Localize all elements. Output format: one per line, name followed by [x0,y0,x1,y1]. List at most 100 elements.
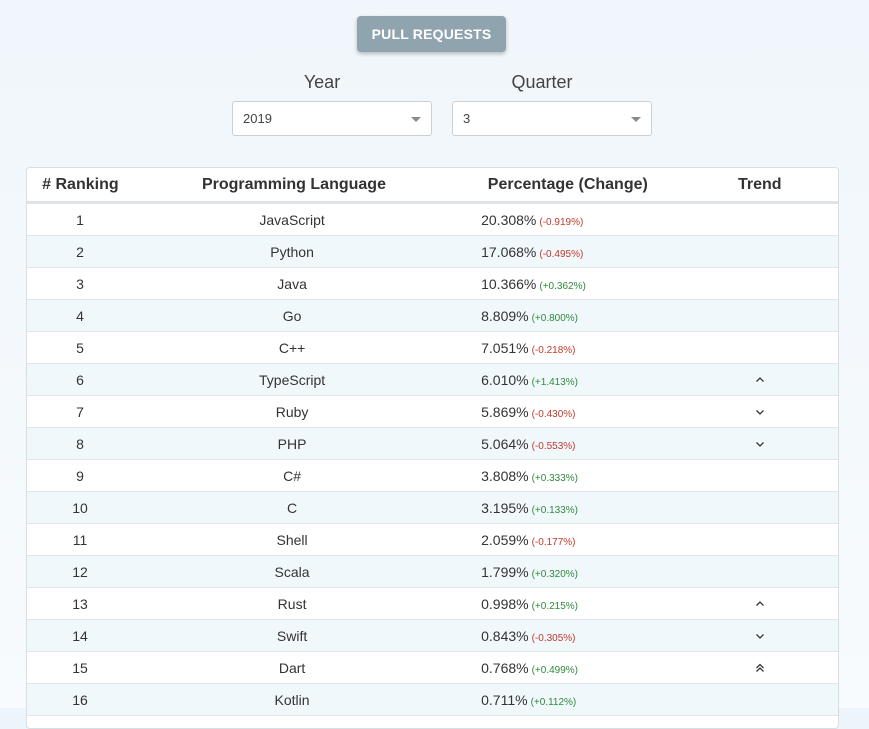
percentage-cell: 5.869% (-0.430%) [481,404,646,420]
table-row: 15 Dart 0.768% (+0.499%) [27,652,838,684]
percentage-cell: 8.809% (+0.800%) [481,308,646,324]
year-select[interactable]: 2019 [232,101,432,136]
quarter-label: Quarter [511,72,573,92]
percentage-change: (-0.218%) [531,344,576,356]
table-row: 16 Kotlin 0.711% (+0.112%) [27,684,838,716]
trend-cell [683,598,838,610]
rank-cell: 5 [76,339,84,356]
percentage-value: 5.064% [481,435,529,452]
percentage-cell: 3.195% (+0.133%) [481,500,646,516]
chevron-up-icon [756,376,765,382]
table-row: 12 Scala 1.799% (+0.320%) [27,556,838,588]
trend-cell [683,406,838,418]
rank-cell: 11 [72,531,88,548]
column-header-language: Programming Language [201,175,386,193]
table-header: # Ranking Programming Language Percentag… [27,168,838,204]
ranking-table: # Ranking Programming Language Percentag… [26,167,839,729]
rank-cell: 6 [76,371,84,388]
percentage-value: 3.195% [481,499,529,516]
percentage-cell: 0.711% (+0.112%) [481,692,646,708]
percentage-change: (-0.177%) [531,536,576,548]
percentage-cell: 0.843% (-0.305%) [481,628,646,644]
rank-cell: 12 [72,563,88,580]
quarter-select-value: 3 [463,111,471,126]
percentage-change: (+0.499%) [531,664,579,676]
language-cell: C [287,499,298,516]
language-cell: Python [270,243,314,260]
table-row: 1 JavaScript 20.308% (-0.919%) [27,204,838,236]
language-cell: Scala [274,563,310,580]
percentage-value: 5.869% [481,403,529,420]
table-row: 8 PHP 5.064% (-0.553%) [27,428,838,460]
percentage-value: 3.808% [481,467,529,484]
language-cell: Swift [276,627,308,644]
language-cell: Shell [276,531,308,548]
percentage-change: (-0.430%) [531,408,576,420]
rank-cell: 16 [72,691,88,708]
percentage-change: (+0.112%) [530,696,577,708]
percentage-cell: 10.366% (+0.362%) [481,276,646,292]
percentage-value: 1.799% [481,563,529,580]
percentage-change: (+1.413%) [531,376,579,388]
percentage-value: 0.998% [481,595,529,612]
pull-requests-button[interactable]: PULL REQUESTS [357,16,506,52]
trend-cell [683,630,838,642]
rank-cell: 13 [72,595,88,612]
chevron-down-icon [756,409,765,415]
rank-cell: 9 [76,467,84,484]
rank-cell: 3 [76,275,84,292]
percentage-cell: 0.768% (+0.499%) [481,660,646,676]
language-cell: Kotlin [274,691,310,708]
language-cell: Ruby [275,403,309,420]
percentage-change: (+0.800%) [531,312,579,324]
trend-cell [683,662,838,674]
column-header-percentage: Percentage (Change) [487,175,648,193]
percentage-value: 7.051% [481,339,529,356]
table-row: 10 C 3.195% (+0.133%) [27,492,838,524]
percentage-value: 2.059% [481,531,529,548]
percentage-cell: 0.998% (+0.215%) [481,596,646,612]
percentage-cell: 2.059% (-0.177%) [481,532,646,548]
percentage-value: 0.843% [481,627,529,644]
percentage-change: (+0.215%) [531,600,579,612]
column-header-trend: Trend [737,175,782,193]
chevron-up-icon [756,600,765,606]
table-row: 9 C# 3.808% (+0.333%) [27,460,838,492]
trend-cell [683,438,838,450]
chevron-down-icon [756,633,765,639]
rank-cell: 8 [76,435,84,452]
percentage-cell: 1.799% (+0.320%) [481,564,646,580]
percentage-value: 8.809% [481,307,529,324]
language-cell: Java [277,275,307,292]
rank-cell: 15 [72,659,88,676]
table-body: 1 JavaScript 20.308% (-0.919%) 2 Python 17.068… [27,204,838,716]
percentage-value: 0.711% [481,691,528,708]
table-row: 7 Ruby 5.869% (-0.430%) [27,396,838,428]
language-cell: Dart [278,659,306,676]
table-row: 5 C++ 7.051% (-0.218%) [27,332,838,364]
percentage-value: 10.366% [481,275,537,292]
rank-cell: 7 [76,403,84,420]
chevron-down-icon [756,441,765,447]
percentage-value: 6.010% [481,371,529,388]
language-cell: PHP [277,435,307,452]
table-row: 11 Shell 2.059% (-0.177%) [27,524,838,556]
language-cell: C++ [278,339,306,356]
language-cell: Rust [277,595,307,612]
trend-cell [683,374,838,386]
language-cell: Go [282,307,302,324]
percentage-cell: 20.308% (-0.919%) [481,212,646,228]
percentage-value: 0.768% [481,659,529,676]
table-row: 13 Rust 0.998% (+0.215%) [27,588,838,620]
caret-down-icon [631,117,641,122]
percentage-change: (+0.320%) [531,568,579,580]
percentage-cell: 3.808% (+0.333%) [481,468,646,484]
quarter-select[interactable]: 3 [452,101,652,136]
caret-down-icon [411,117,421,122]
double-chevron-up-icon [756,663,765,672]
column-header-ranking: # Ranking [42,175,119,193]
rank-cell: 10 [72,499,88,516]
percentage-change: (+0.333%) [531,472,579,484]
language-cell: TypeScript [259,371,326,388]
percentage-cell: 7.051% (-0.218%) [481,340,646,356]
